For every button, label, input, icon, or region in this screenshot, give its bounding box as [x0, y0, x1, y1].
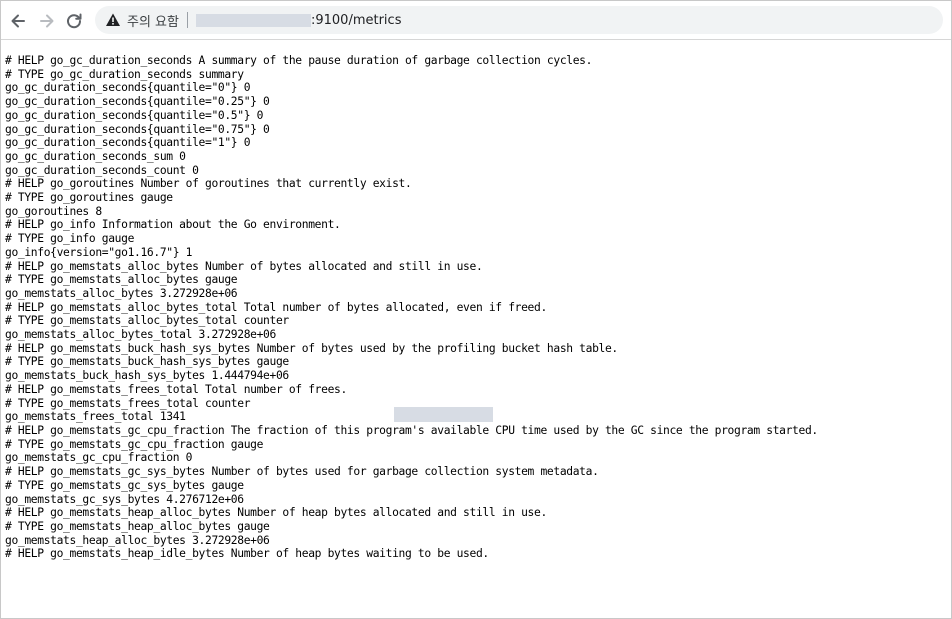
- back-button[interactable]: [5, 8, 31, 34]
- metric-line: go_memstats_gc_cpu_fraction 0: [5, 451, 193, 465]
- metric-line: # TYPE go_memstats_gc_sys_bytes gauge: [5, 478, 244, 492]
- metric-line: go_gc_duration_seconds{quantile="0.5"} 0: [5, 108, 264, 122]
- metric-line: # HELP go_memstats_buck_hash_sys_bytes N…: [5, 341, 618, 355]
- metric-line: # TYPE go_memstats_alloc_bytes gauge: [5, 273, 238, 287]
- page-content: # HELP go_gc_duration_seconds A summary …: [1, 40, 951, 618]
- metric-line: # HELP go_gc_duration_seconds A summary …: [5, 54, 593, 67]
- metric-line: go_memstats_heap_alloc_bytes 3.272928e+0…: [5, 533, 270, 547]
- metric-line: # HELP go_memstats_gc_sys_bytes Number o…: [5, 465, 599, 479]
- metric-line: # TYPE go_goroutines gauge: [5, 191, 173, 205]
- address-bar[interactable]: 주의 요함 :9100/metrics: [95, 6, 943, 34]
- metric-line: # HELP go_memstats_alloc_bytes_total Tot…: [5, 300, 547, 314]
- metric-line: # HELP go_memstats_heap_idle_bytes Numbe…: [5, 547, 489, 561]
- security-chip[interactable]: 주의 요함: [95, 6, 179, 34]
- redaction-box: [394, 407, 493, 422]
- metric-line: # HELP go_memstats_heap_alloc_bytes Numb…: [5, 506, 547, 520]
- metric-line: # HELP go_memstats_gc_cpu_fraction The f…: [5, 423, 818, 437]
- metric-line: go_gc_duration_seconds_count 0: [5, 163, 199, 177]
- metric-line: # TYPE go_memstats_alloc_bytes_total cou…: [5, 314, 289, 328]
- warning-triangle-icon: [105, 12, 121, 28]
- security-label: 주의 요함: [127, 14, 179, 30]
- browser-window: 주의 요함 :9100/metrics # HELP go_gc_duratio…: [0, 0, 952, 619]
- metric-line: # TYPE go_memstats_heap_alloc_bytes gaug…: [5, 519, 270, 533]
- metric-line: # HELP go_memstats_alloc_bytes Number of…: [5, 259, 483, 273]
- browser-toolbar: 주의 요함 :9100/metrics: [1, 1, 951, 40]
- redacted-host: [195, 13, 311, 27]
- metric-line: go_gc_duration_seconds{quantile="0.25"} …: [5, 95, 270, 109]
- metrics-text: # HELP go_gc_duration_seconds A summary …: [5, 54, 951, 561]
- metric-line: go_memstats_buck_hash_sys_bytes 1.444794…: [5, 369, 289, 383]
- back-arrow-icon: [11, 14, 25, 28]
- metric-line: go_goroutines 8: [5, 204, 102, 218]
- metric-line: # HELP go_info Information about the Go …: [5, 218, 341, 232]
- metric-line: go_memstats_alloc_bytes_total 3.272928e+…: [5, 328, 276, 342]
- metric-line: # HELP go_goroutines Number of goroutine…: [5, 177, 412, 191]
- metric-line: # HELP go_memstats_frees_total Total num…: [5, 382, 347, 396]
- metric-line: # TYPE go_memstats_gc_cpu_fraction gauge: [5, 437, 264, 451]
- metric-line: # TYPE go_memstats_buck_hash_sys_bytes g…: [5, 355, 289, 369]
- metric-line: go_gc_duration_seconds{quantile="0.75"} …: [5, 122, 270, 136]
- reload-button[interactable]: [61, 8, 87, 34]
- metric-line: go_gc_duration_seconds{quantile="0"} 0: [5, 81, 251, 95]
- forward-arrow-icon: [40, 14, 54, 28]
- omnibox-divider: [186, 12, 188, 28]
- url-text[interactable]: :9100/metrics: [311, 13, 401, 28]
- metric-line: # TYPE go_info gauge: [5, 232, 135, 246]
- metric-line: # TYPE go_gc_duration_seconds summary: [5, 67, 244, 81]
- metric-line: go_memstats_alloc_bytes 3.272928e+06: [5, 286, 238, 300]
- reload-icon: [67, 13, 82, 29]
- metric-line: go_memstats_gc_sys_bytes 4.276712e+06: [5, 492, 244, 506]
- forward-button[interactable]: [34, 8, 60, 34]
- metric-line: go_gc_duration_seconds_sum 0: [5, 149, 186, 163]
- metric-line: go_gc_duration_seconds{quantile="1"} 0: [5, 136, 251, 150]
- metric-line: go_info{version="go1.16.7"} 1: [5, 245, 193, 259]
